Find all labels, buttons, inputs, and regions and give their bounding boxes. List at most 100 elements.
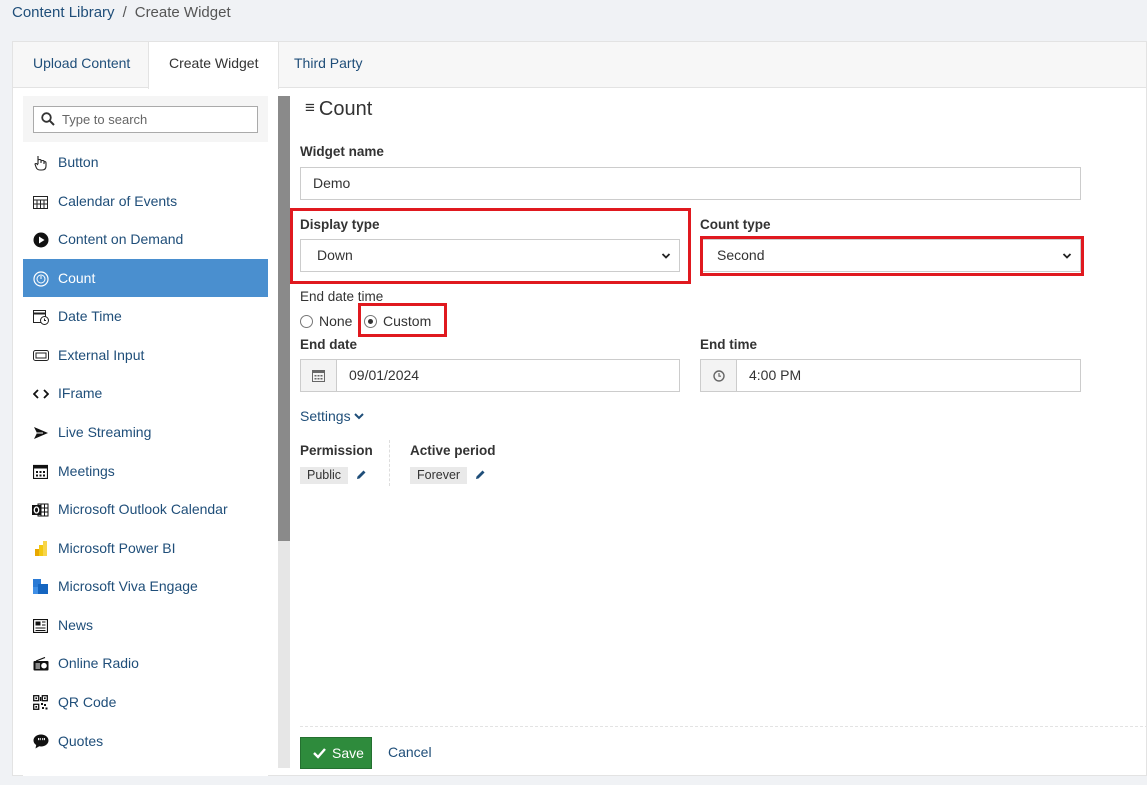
newspaper-icon — [32, 617, 49, 634]
search-box[interactable] — [33, 106, 258, 133]
quote-bubble-icon: "" — [32, 733, 49, 750]
radio-icon — [32, 655, 49, 672]
end-date-value: 09/01/2024 — [349, 367, 420, 383]
sidebar-item-label: IFrame — [58, 385, 103, 401]
sidebar-item-calendar-of-events[interactable]: Calendar of Events — [23, 182, 268, 220]
radio-none[interactable]: None — [300, 313, 352, 329]
viva-engage-icon — [32, 578, 49, 595]
sidebar-item-iframe[interactable]: IFrame — [23, 374, 268, 412]
sidebar-item-label: QR Code — [58, 694, 117, 710]
calendar-icon — [32, 463, 49, 480]
sidebar-item-count[interactable]: Count — [23, 259, 268, 297]
sidebar-item-news[interactable]: News — [23, 606, 268, 644]
check-icon — [313, 748, 326, 759]
sidebar-item-label: Microsoft Viva Engage — [58, 578, 198, 594]
calendar-grid-icon — [32, 193, 49, 210]
qr-code-icon — [32, 694, 49, 711]
sidebar-search-area — [23, 96, 268, 142]
sidebar-item-label: News — [58, 617, 94, 633]
save-button[interactable]: Save — [300, 737, 372, 769]
settings-divider — [389, 440, 390, 486]
sidebar-item-label: Button — [58, 154, 99, 170]
svg-text:"": "" — [37, 737, 45, 746]
main-card: Upload Content Create Widget Third Party… — [12, 41, 1147, 776]
end-time-label: End time — [700, 337, 758, 352]
permission-chip: Public — [300, 467, 349, 484]
outlook-icon — [32, 501, 49, 518]
end-time-value: 4:00 PM — [749, 367, 802, 383]
display-type-highlight — [290, 208, 691, 284]
breadcrumb: Content Library / Create Widget — [12, 4, 231, 21]
sidebar-item-button[interactable]: Button — [23, 143, 268, 181]
sidebar-item-meetings[interactable]: Meetings — [23, 452, 268, 490]
sidebar-item-label: Live Streaming — [58, 424, 152, 440]
widget-name-field[interactable]: Demo — [300, 167, 1081, 200]
cancel-button[interactable]: Cancel — [388, 744, 432, 760]
sidebar-item-label: Date Time — [58, 308, 122, 324]
sidebar-item-qr-code[interactable]: QR Code — [23, 683, 268, 721]
active-period-label: Active period — [410, 443, 496, 458]
chevron-down-icon — [353, 413, 364, 420]
keyboard-icon — [32, 347, 49, 364]
sidebar-scrollbar[interactable] — [278, 96, 290, 768]
count-circle-icon — [32, 270, 49, 287]
page-title-text: Count — [318, 98, 373, 120]
edit-active-period-pencil-icon[interactable] — [475, 469, 486, 480]
custom-radio-highlight — [358, 303, 447, 337]
breadcrumb-current: Create Widget — [134, 4, 231, 21]
footer-divider — [300, 726, 1147, 727]
permission-label: Permission — [300, 443, 373, 458]
sidebar-item-microsoft-outlook-calendar[interactable]: Microsoft Outlook Calendar — [23, 490, 268, 528]
end-date-time-label: End date time — [300, 289, 384, 304]
end-date-field[interactable]: 09/01/2024 — [300, 359, 680, 392]
play-circle-icon — [32, 231, 49, 248]
tab-create-widget[interactable]: Create Widget — [148, 42, 280, 89]
edit-permission-pencil-icon[interactable] — [356, 469, 367, 480]
sidebar-item-label: Quotes — [58, 733, 104, 749]
radio-none-circle[interactable] — [300, 314, 313, 328]
breadcrumb-separator: / — [122, 4, 127, 21]
clock-icon[interactable] — [701, 360, 737, 391]
power-bi-icon — [32, 540, 49, 557]
tab-upload-content[interactable]: Upload Content — [13, 42, 150, 88]
settings-label: Settings — [300, 408, 351, 424]
search-input[interactable] — [62, 110, 252, 129]
sidebar-item-label: Meetings — [58, 463, 115, 479]
sidebar-item-microsoft-viva-engage[interactable]: Microsoft Viva Engage — [23, 567, 268, 605]
sidebar-item-label: Microsoft Outlook Calendar — [58, 501, 228, 517]
settings-toggle[interactable]: Settings — [300, 408, 364, 424]
sidebar-item-content-on-demand[interactable]: Content on Demand — [23, 220, 268, 258]
radio-none-label: None — [319, 313, 353, 329]
code-icon — [32, 385, 49, 402]
sidebar-item-quotes[interactable]: "" Quotes — [23, 722, 268, 760]
menu-icon: ≡ — [305, 98, 315, 117]
count-type-highlight — [700, 236, 1084, 276]
scrollbar-thumb[interactable] — [278, 96, 290, 541]
widget-type-sidebar: Button Calendar of Events Content on Dem… — [23, 96, 268, 776]
widget-name-label: Widget name — [300, 144, 384, 159]
sidebar-item-microsoft-power-bi[interactable]: Microsoft Power BI — [23, 529, 268, 567]
sidebar-item-label: Online Radio — [58, 655, 139, 671]
sidebar-item-live-streaming[interactable]: Live Streaming — [23, 413, 268, 451]
sidebar-item-online-radio[interactable]: Online Radio — [23, 644, 268, 682]
sidebar-item-label: Calendar of Events — [58, 193, 178, 209]
tab-bar: Upload Content Create Widget Third Party — [13, 42, 1146, 89]
end-date-label: End date — [300, 337, 358, 352]
sidebar-item-label: External Input — [58, 347, 145, 363]
sidebar-item-label: Microsoft Power BI — [58, 540, 176, 556]
hand-pointer-icon — [32, 154, 49, 171]
calendar-clock-icon — [32, 308, 49, 325]
calendar-icon[interactable] — [301, 360, 337, 391]
send-icon — [32, 424, 49, 441]
end-time-field[interactable]: 4:00 PM — [700, 359, 1081, 392]
tab-third-party[interactable]: Third Party — [274, 42, 382, 88]
breadcrumb-content-library[interactable]: Content Library — [12, 4, 115, 21]
sidebar-item-external-input[interactable]: External Input — [23, 336, 268, 374]
count-type-label: Count type — [700, 217, 771, 232]
sidebar-item-label: Count — [58, 270, 96, 286]
search-icon — [41, 112, 55, 126]
save-label: Save — [332, 745, 364, 761]
sidebar-item-date-time[interactable]: Date Time — [23, 297, 268, 335]
page-title: ≡ Count — [305, 98, 372, 121]
sidebar-item-label: Content on Demand — [58, 231, 184, 247]
